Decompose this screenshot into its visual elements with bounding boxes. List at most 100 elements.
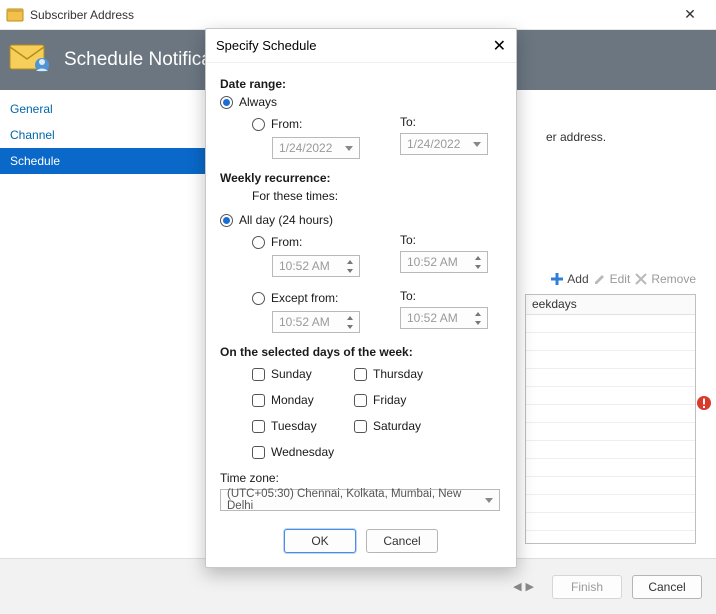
- list-rows: [526, 315, 695, 531]
- spinner[interactable]: [471, 309, 485, 327]
- date-to-input[interactable]: 1/24/2022: [400, 133, 488, 155]
- sidebar: General Channel Schedule: [0, 90, 210, 558]
- list-row[interactable]: [526, 495, 695, 513]
- prev-button[interactable]: ◀: [513, 580, 521, 593]
- radio-time-from[interactable]: From:: [252, 235, 360, 249]
- days-heading: On the selected days of the week:: [220, 345, 502, 359]
- radio-icon: [220, 96, 233, 109]
- time-from-label: From:: [271, 235, 302, 249]
- list-row[interactable]: [526, 459, 695, 477]
- except-to-label: To:: [400, 289, 416, 303]
- weekly-sub: For these times:: [252, 189, 502, 203]
- time-to-label: To:: [400, 233, 416, 247]
- radio-except-from[interactable]: Except from:: [252, 291, 360, 305]
- dialog-footer: OK Cancel: [206, 517, 516, 567]
- checkbox-icon: [252, 420, 265, 433]
- ok-button[interactable]: OK: [284, 529, 356, 553]
- sidebar-item-label: Channel: [10, 128, 55, 142]
- list-row[interactable]: [526, 369, 695, 387]
- list-row[interactable]: [526, 333, 695, 351]
- weekly-heading: Weekly recurrence:: [220, 171, 502, 185]
- spinner[interactable]: [343, 257, 357, 275]
- dialog-cancel-button[interactable]: Cancel: [366, 529, 438, 553]
- timezone-select[interactable]: (UTC+05:30) Chennai, Kolkata, Mumbai, Ne…: [220, 489, 500, 511]
- schedule-toolbar: Add Edit Remove: [550, 272, 696, 286]
- radio-always-label: Always: [239, 95, 277, 109]
- check-friday[interactable]: Friday: [354, 393, 450, 407]
- window-title: Subscriber Address: [30, 8, 134, 22]
- window-close-button[interactable]: ✕: [670, 6, 710, 23]
- edit-label: Edit: [610, 272, 631, 286]
- add-icon: [550, 272, 564, 286]
- cancel-button[interactable]: Cancel: [632, 575, 702, 599]
- wizard-nav: ◀ ▶: [513, 580, 534, 593]
- remove-button[interactable]: Remove: [634, 272, 696, 286]
- check-monday[interactable]: Monday: [252, 393, 348, 407]
- check-sunday[interactable]: Sunday: [252, 367, 348, 381]
- list-row[interactable]: [526, 387, 695, 405]
- to-label: To:: [400, 115, 416, 129]
- except-from-label: Except from:: [271, 291, 338, 305]
- banner-icon: [8, 39, 56, 81]
- radio-date-from[interactable]: From:: [252, 117, 360, 131]
- radio-icon: [252, 292, 265, 305]
- edit-button[interactable]: Edit: [593, 272, 631, 286]
- list-row[interactable]: [526, 315, 695, 333]
- list-row[interactable]: [526, 441, 695, 459]
- list-row[interactable]: [526, 423, 695, 441]
- list-header: eekdays: [526, 295, 695, 315]
- remove-label: Remove: [651, 272, 696, 286]
- timezone-label: Time zone:: [220, 471, 502, 485]
- next-button[interactable]: ▶: [526, 580, 534, 593]
- pencil-icon: [593, 272, 607, 286]
- add-label: Add: [567, 272, 588, 286]
- sidebar-item-general[interactable]: General: [0, 96, 209, 122]
- time-to-input[interactable]: 10:52 AM: [400, 251, 488, 273]
- check-thursday[interactable]: Thursday: [354, 367, 450, 381]
- main-hint-text: er address.: [546, 130, 606, 144]
- radio-always[interactable]: Always: [220, 95, 502, 109]
- list-row[interactable]: [526, 477, 695, 495]
- titlebar: Subscriber Address ✕: [0, 0, 716, 30]
- check-tuesday[interactable]: Tuesday: [252, 419, 348, 433]
- radio-icon: [220, 214, 233, 227]
- except-from-input[interactable]: 10:52 AM: [272, 311, 360, 333]
- checkbox-icon: [354, 394, 367, 407]
- radio-icon: [252, 236, 265, 249]
- list-row[interactable]: [526, 405, 695, 423]
- check-saturday[interactable]: Saturday: [354, 419, 450, 433]
- checkbox-icon: [354, 420, 367, 433]
- error-icon: [696, 395, 712, 411]
- sidebar-item-label: General: [10, 102, 53, 116]
- checkbox-icon: [252, 368, 265, 381]
- sidebar-item-label: Schedule: [10, 154, 60, 168]
- date-range-heading: Date range:: [220, 77, 502, 91]
- checkbox-icon: [354, 368, 367, 381]
- radio-icon: [252, 118, 265, 131]
- list-header-text: eekdays: [532, 297, 577, 311]
- time-from-input[interactable]: 10:52 AM: [272, 255, 360, 277]
- dialog-titlebar: Specify Schedule ✕: [206, 29, 516, 63]
- app-icon: [6, 6, 24, 24]
- all-day-label: All day (24 hours): [239, 213, 333, 227]
- radio-all-day[interactable]: All day (24 hours): [220, 213, 502, 227]
- add-button[interactable]: Add: [550, 272, 588, 286]
- sidebar-item-channel[interactable]: Channel: [0, 122, 209, 148]
- list-row[interactable]: [526, 513, 695, 531]
- except-to-input[interactable]: 10:52 AM: [400, 307, 488, 329]
- spinner[interactable]: [471, 253, 485, 271]
- spinner[interactable]: [343, 313, 357, 331]
- finish-button[interactable]: Finish: [552, 575, 622, 599]
- check-wednesday[interactable]: Wednesday: [252, 445, 348, 459]
- dialog-title: Specify Schedule: [216, 38, 316, 53]
- list-row[interactable]: [526, 351, 695, 369]
- from-label: From:: [271, 117, 302, 131]
- dialog-close-button[interactable]: ✕: [493, 36, 506, 56]
- checkbox-icon: [252, 394, 265, 407]
- schedule-list[interactable]: eekdays: [525, 294, 696, 544]
- specify-schedule-dialog: Specify Schedule ✕ Date range: Always Fr…: [205, 28, 517, 568]
- checkbox-icon: [252, 446, 265, 459]
- date-from-input[interactable]: 1/24/2022: [272, 137, 360, 159]
- remove-icon: [634, 272, 648, 286]
- sidebar-item-schedule[interactable]: Schedule: [0, 148, 209, 174]
